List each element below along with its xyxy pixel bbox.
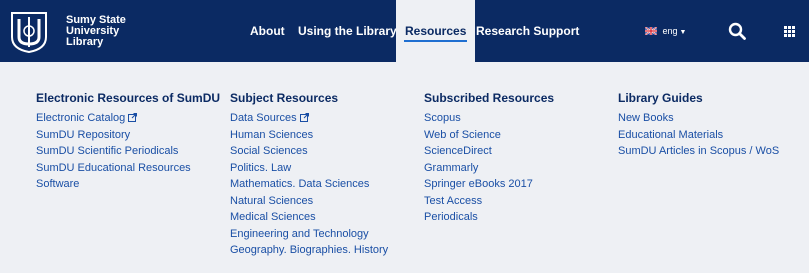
library-name[interactable]: Sumy State University Library — [66, 15, 156, 48]
link-sciencedirect[interactable]: ScienceDirect — [424, 143, 554, 160]
link-label: Electronic Catalog — [36, 112, 126, 124]
link-mathematics-data-sciences[interactable]: Mathematics. Data Sciences — [230, 176, 388, 193]
link-geography-biographies-history[interactable]: Geography. Biographies. History — [230, 242, 388, 259]
library-name-line: Library — [66, 36, 104, 48]
nav-resources-label: Resources — [405, 24, 467, 38]
language-label: eng — [662, 26, 678, 36]
menu-column-subscribed-resources: Subscribed Resources Scopus Web of Scien… — [424, 90, 554, 226]
link-software[interactable]: Software — [36, 176, 220, 193]
menu-column-subject-resources: Subject Resources Data Sources Human Sci… — [230, 90, 388, 259]
menu-column-electronic-resources: Electronic Resources of SumDU Electronic… — [36, 90, 220, 193]
link-label: Data Sources — [230, 112, 297, 124]
link-web-of-science[interactable]: Web of Science — [424, 127, 554, 144]
column-heading: Library Guides — [618, 91, 703, 105]
column-heading: Subscribed Resources — [424, 91, 555, 105]
nav-using-the-library[interactable]: Using the Library — [298, 0, 397, 62]
link-periodicals[interactable]: Periodicals — [424, 209, 554, 226]
chevron-down-icon: ▼ — [679, 29, 687, 36]
link-sumdu-educational-resources[interactable]: SumDU Educational Resources — [36, 160, 220, 177]
nav-resources[interactable]: Resources — [396, 0, 476, 62]
link-grammarly[interactable]: Grammarly — [424, 160, 554, 177]
link-politics-law[interactable]: Politics. Law — [230, 160, 388, 177]
nav-about[interactable]: About — [250, 0, 285, 62]
link-springer-ebooks-2017[interactable]: Springer eBooks 2017 — [424, 176, 554, 193]
link-data-sources[interactable]: Data Sources — [230, 110, 388, 127]
link-sumdu-articles-scopus-wos[interactable]: SumDU Articles in Scopus / WoS — [618, 143, 779, 160]
link-sumdu-scientific-periodicals[interactable]: SumDU Scientific Periodicals — [36, 143, 220, 160]
column-heading: Subject Resources — [230, 91, 339, 105]
link-natural-sciences[interactable]: Natural Sciences — [230, 193, 388, 210]
external-link-icon — [299, 113, 309, 122]
language-selector[interactable]: eng ▼ — [645, 0, 686, 62]
link-scopus[interactable]: Scopus — [424, 110, 554, 127]
external-link-icon — [128, 113, 138, 122]
link-engineering-and-technology[interactable]: Engineering and Technology — [230, 226, 388, 243]
menu-column-library-guides: Library Guides New Books Educational Mat… — [618, 90, 779, 160]
link-test-access[interactable]: Test Access — [424, 193, 554, 210]
link-educational-materials[interactable]: Educational Materials — [618, 127, 779, 144]
link-human-sciences[interactable]: Human Sciences — [230, 127, 388, 144]
column-heading: Electronic Resources of SumDU — [36, 91, 221, 105]
link-sumdu-repository[interactable]: SumDU Repository — [36, 127, 220, 144]
link-medical-sciences[interactable]: Medical Sciences — [230, 209, 388, 226]
grid-icon[interactable] — [784, 26, 795, 37]
link-social-sciences[interactable]: Social Sciences — [230, 143, 388, 160]
top-navigation-bar: Sumy State University Library About Usin… — [0, 0, 809, 62]
link-new-books[interactable]: New Books — [618, 110, 779, 127]
ssu-library-logo[interactable] — [10, 11, 48, 53]
uk-flag-icon — [645, 26, 657, 35]
search-icon[interactable] — [728, 22, 746, 40]
link-electronic-catalog[interactable]: Electronic Catalog — [36, 110, 220, 127]
nav-research-support[interactable]: Research Support — [476, 0, 579, 62]
active-tab-underline — [404, 40, 468, 42]
